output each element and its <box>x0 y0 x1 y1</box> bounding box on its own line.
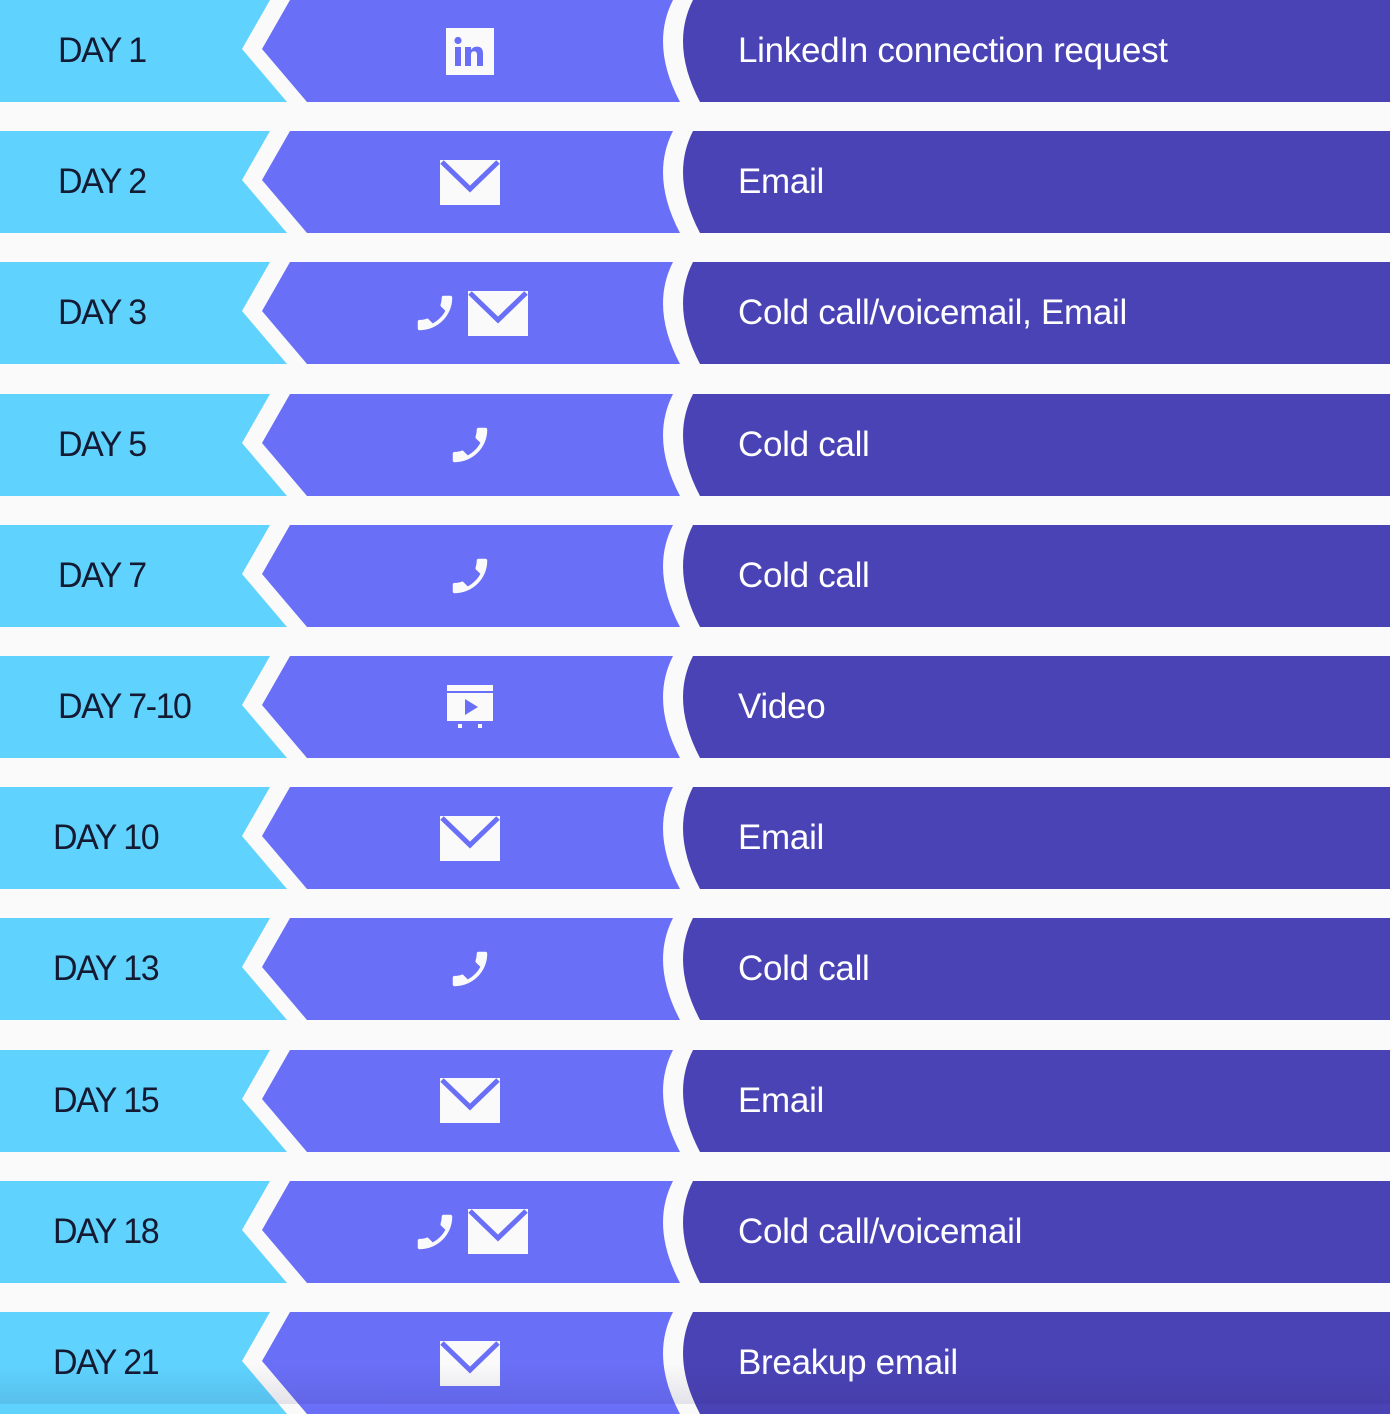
day-label: DAY 1 <box>58 31 147 70</box>
day-label: DAY 7 <box>58 555 147 595</box>
day-label: DAY 5 <box>58 424 147 464</box>
channel-icons <box>300 525 640 627</box>
email-icon <box>468 290 528 336</box>
channel-icons <box>300 1312 640 1414</box>
sequence-step: DAY 15 Email <box>0 1049 1390 1152</box>
sequence-step: DAY 18 Cold call/voicemail <box>0 1180 1390 1283</box>
step-bands <box>0 1312 1390 1414</box>
sequence-step: DAY 2 Email <box>0 131 1390 234</box>
channel-icons <box>300 1181 640 1283</box>
channel-icons <box>300 394 640 496</box>
action-label: LinkedIn connection request <box>738 31 1168 70</box>
step-bands <box>0 1180 1390 1283</box>
email-icon <box>440 1078 500 1124</box>
phone-icon <box>412 1209 458 1255</box>
day-label: DAY 13 <box>53 949 160 989</box>
email-icon <box>440 1340 500 1386</box>
channel-icons <box>300 0 640 102</box>
action-label: Cold call <box>738 555 870 595</box>
day-label: DAY 3 <box>58 293 147 333</box>
step-bands <box>0 524 1390 627</box>
step-bands <box>0 918 1390 1021</box>
sequence-step: DAY 13 Cold call <box>0 918 1390 1021</box>
step-bands <box>0 393 1390 496</box>
day-label: DAY 18 <box>53 1211 160 1251</box>
action-label: Video <box>738 687 826 726</box>
day-label: DAY 2 <box>58 162 147 202</box>
day-label: DAY 21 <box>53 1343 160 1382</box>
channel-icons <box>300 787 640 889</box>
action-label: Cold call/voicemail <box>738 1211 1023 1251</box>
sequence-step: DAY 21 Breakup email <box>0 1312 1390 1414</box>
action-label: Email <box>738 162 825 202</box>
channel-icons <box>300 918 640 1020</box>
sequence-step: DAY 10 Email <box>0 787 1390 890</box>
sequence-step: DAY 1 LinkedIn connection request <box>0 0 1390 102</box>
action-label: Email <box>738 1080 825 1120</box>
phone-icon <box>447 553 493 599</box>
step-bands <box>0 656 1390 758</box>
email-icon <box>440 815 500 861</box>
action-label: Breakup email <box>738 1343 958 1382</box>
day-label: DAY 15 <box>53 1080 160 1120</box>
day-label: DAY 10 <box>53 818 160 858</box>
linkedin-icon <box>446 27 494 75</box>
channel-icons <box>300 131 640 233</box>
step-bands <box>0 787 1390 890</box>
video-icon <box>446 684 494 730</box>
channel-icons <box>300 262 640 364</box>
phone-icon <box>412 290 458 336</box>
channel-icons <box>300 656 640 758</box>
sequence-step: DAY 3 Cold call/voicemail, Email <box>0 262 1390 365</box>
action-label: Cold call <box>738 424 870 464</box>
phone-icon <box>447 946 493 992</box>
day-label: DAY 7-10 <box>58 687 192 726</box>
sequence-step: DAY 7 Cold call <box>0 524 1390 627</box>
action-label: Email <box>738 818 825 858</box>
phone-icon <box>447 422 493 468</box>
action-label: Cold call <box>738 949 870 989</box>
step-bands <box>0 262 1390 365</box>
action-label: Cold call/voicemail, Email <box>738 293 1127 333</box>
sequence-step: DAY 5 Cold call <box>0 393 1390 496</box>
step-bands <box>0 0 1390 102</box>
sequence-step: DAY 7-10 Video <box>0 656 1390 758</box>
step-bands <box>0 1049 1390 1152</box>
email-icon <box>440 159 500 205</box>
step-bands <box>0 131 1390 234</box>
channel-icons <box>300 1050 640 1152</box>
email-icon <box>468 1209 528 1255</box>
